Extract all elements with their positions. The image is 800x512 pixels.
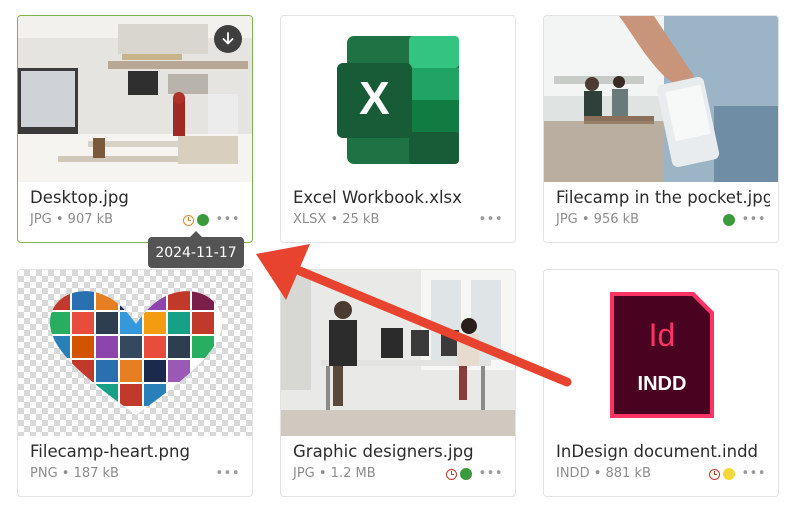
file-meta: PNG • 187 kB — [30, 466, 119, 481]
thumbnail-heart-icons[interactable] — [18, 270, 252, 436]
status-indicators: ••• — [709, 467, 766, 481]
download-icon — [222, 32, 234, 45]
status-indicators: ••• — [212, 467, 240, 481]
file-card-indesign[interactable]: Id INDD InDesign document.indd INDD • 88… — [543, 269, 779, 497]
file-name[interactable]: Desktop.jpg — [30, 188, 244, 207]
more-options-icon[interactable]: ••• — [741, 467, 766, 480]
approval-status-dot[interactable] — [197, 214, 210, 226]
file-name[interactable]: Graphic designers.jpg — [293, 442, 507, 461]
date-tooltip: 2024-11-17 — [148, 231, 244, 268]
file-meta: XLSX • 25 kB — [293, 212, 380, 227]
clock-icon[interactable] — [183, 214, 195, 226]
thumbnail-desktop-photo[interactable] — [18, 16, 252, 182]
excel-icon: X — [337, 36, 459, 164]
file-meta: JPG • 956 kB — [556, 212, 640, 227]
file-card-heart[interactable]: Filecamp-heart.png PNG • 187 kB ••• — [17, 269, 253, 497]
status-indicators: ••• — [446, 467, 503, 481]
thumbnail-indesign[interactable]: Id INDD — [544, 270, 778, 436]
more-options-icon[interactable]: ••• — [478, 467, 503, 480]
file-card-excel[interactable]: X Excel Workbook.xlsx XLSX • 25 kB ••• — [280, 15, 516, 243]
svg-text:INDD: INDD — [638, 373, 687, 395]
file-name[interactable]: InDesign document.indd — [556, 442, 770, 461]
file-name[interactable]: Filecamp in the pocket.jpg — [556, 188, 770, 207]
file-name[interactable]: Filecamp-heart.png — [30, 442, 244, 461]
status-indicators: ••• — [475, 213, 503, 227]
clock-icon[interactable] — [709, 468, 721, 480]
thumbnail-designers-photo[interactable] — [281, 270, 515, 436]
file-meta: JPG • 1.2 MB — [293, 466, 376, 481]
thumbnail-excel[interactable]: X — [281, 16, 515, 182]
more-options-icon[interactable]: ••• — [741, 213, 766, 226]
file-card-designers[interactable]: Graphic designers.jpg JPG • 1.2 MB ••• — [280, 269, 516, 497]
status-indicators: ••• — [723, 213, 766, 227]
more-options-icon[interactable]: ••• — [215, 467, 240, 480]
file-meta: INDD • 881 kB — [556, 466, 651, 481]
more-options-icon[interactable]: ••• — [478, 213, 503, 226]
status-indicators: ••• — [183, 213, 240, 227]
file-card-desktop[interactable]: Desktop.jpg JPG • 907 kB ••• — [17, 15, 253, 243]
file-card-pocket[interactable]: Filecamp in the pocket.jpg JPG • 956 kB … — [543, 15, 779, 243]
svg-text:Id: Id — [649, 317, 676, 353]
approval-status-dot[interactable] — [723, 468, 736, 480]
download-button[interactable] — [214, 25, 242, 53]
approval-status-dot[interactable] — [723, 214, 736, 226]
indesign-icon: Id INDD — [610, 292, 714, 418]
approval-status-dot[interactable] — [460, 468, 473, 480]
svg-text:X: X — [359, 72, 390, 124]
file-name[interactable]: Excel Workbook.xlsx — [293, 188, 507, 207]
more-options-icon[interactable]: ••• — [215, 213, 240, 226]
clock-icon[interactable] — [446, 468, 458, 480]
file-meta: JPG • 907 kB — [30, 212, 114, 227]
thumbnail-pocket-photo[interactable] — [544, 16, 778, 182]
